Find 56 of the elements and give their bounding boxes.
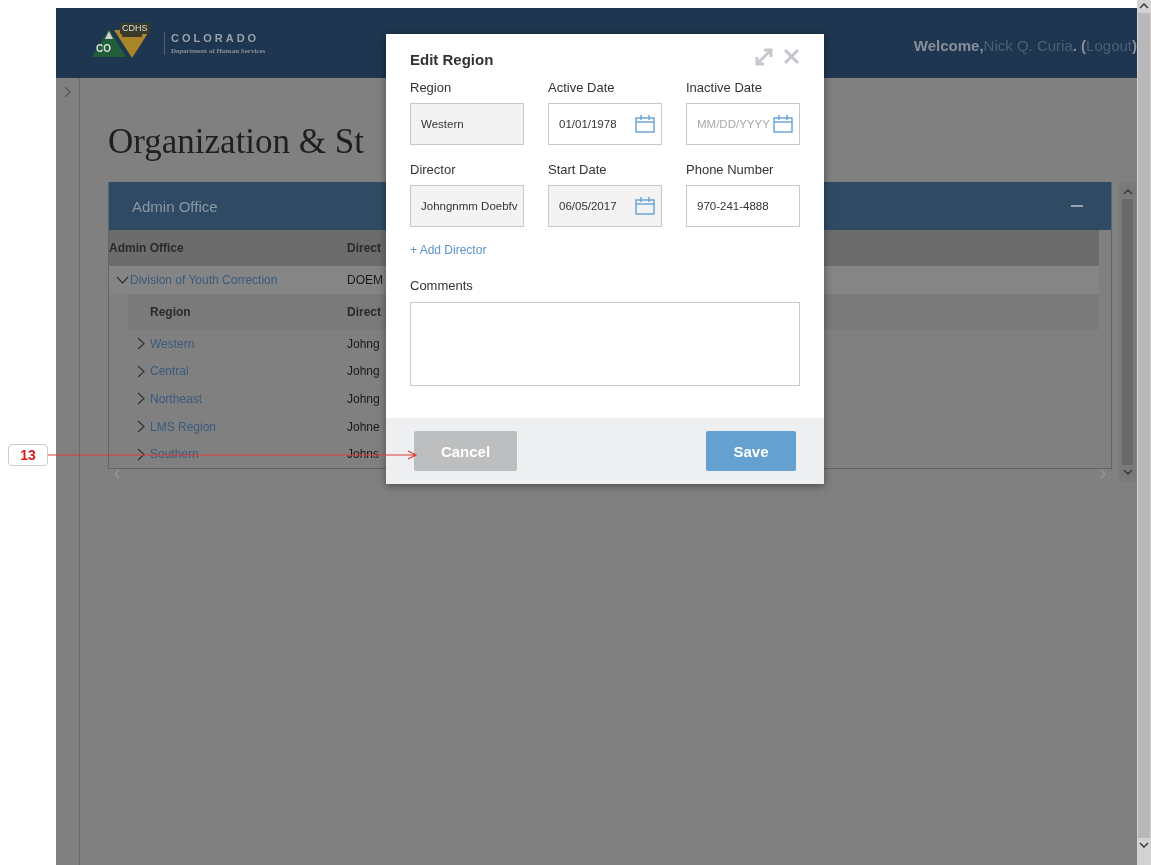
- chevron-icon[interactable]: [116, 275, 129, 285]
- region-link[interactable]: Central: [150, 364, 189, 379]
- calendar-icon[interactable]: [635, 114, 655, 133]
- field-label: Phone Number: [686, 162, 775, 177]
- calendar-icon[interactable]: [635, 196, 655, 215]
- office-link[interactable]: Division of Youth Correction: [130, 273, 278, 287]
- org-name: COLORADO: [171, 31, 261, 44]
- table-cell: Johns: [347, 447, 380, 462]
- table-cell: Johng: [347, 336, 380, 351]
- punctuation: ): [1132, 36, 1137, 54]
- region-link[interactable]: Western: [150, 336, 195, 351]
- punctuation: . (: [1072, 36, 1087, 54]
- column-header: Direct: [347, 241, 381, 255]
- field-label: Region: [410, 80, 453, 95]
- scroll-up-icon[interactable]: [1139, 2, 1149, 9]
- chevron-icon[interactable]: [137, 392, 146, 406]
- logo-text: CO: [96, 43, 111, 54]
- table-cell: Johng: [347, 364, 380, 379]
- field-label: Active Date: [548, 80, 616, 95]
- field-label: Comments: [410, 278, 474, 293]
- input-field[interactable]: 01/01/1978: [548, 103, 662, 145]
- field-label: Start Date: [548, 162, 608, 177]
- field-label: Director: [410, 162, 457, 177]
- collapse-icon[interactable]: [1071, 204, 1084, 208]
- logo-text: CDHS: [120, 23, 150, 34]
- chevron-right-icon[interactable]: [63, 86, 72, 98]
- table-cell: DOEM: [347, 273, 383, 287]
- dialog-title: Edit Region: [410, 51, 494, 68]
- expand-icon[interactable]: [755, 48, 773, 66]
- panel-title: Admin Office: [132, 197, 218, 215]
- welcome-text: Welcome,: [913, 36, 984, 54]
- region-link[interactable]: Southern: [150, 447, 199, 462]
- save-button[interactable]: Save: [706, 431, 796, 471]
- scroll-down-icon[interactable]: [1139, 842, 1149, 849]
- chevron-icon[interactable]: [137, 337, 146, 351]
- chevron-icon[interactable]: [137, 420, 146, 434]
- table-cell: Johng: [347, 392, 380, 406]
- add-director-link[interactable]: + Add Director: [410, 243, 487, 257]
- region-link[interactable]: Northeast: [150, 392, 203, 406]
- callout-label: 13: [8, 444, 48, 466]
- column-header: Direct: [347, 305, 381, 319]
- region-link[interactable]: LMS Region: [150, 419, 217, 434]
- field-label: Inactive Date: [686, 80, 763, 95]
- comments-field[interactable]: [410, 302, 800, 386]
- input-field[interactable]: 970-241-4888: [686, 185, 800, 227]
- column-header: Admin Office: [109, 241, 185, 255]
- page-title: Organization & St: [108, 122, 364, 162]
- input-field[interactable]: MM/DD/YYYY: [686, 103, 800, 145]
- chevron-icon[interactable]: [137, 364, 146, 378]
- close-icon[interactable]: [783, 48, 800, 65]
- calendar-icon[interactable]: [773, 114, 793, 133]
- scrollbar[interactable]: [1137, 0, 1151, 865]
- table-cell: Johne: [347, 419, 380, 434]
- column-header: Region: [149, 305, 192, 319]
- chevron-icon[interactable]: [137, 447, 146, 461]
- logout-link[interactable]: Logout: [1086, 36, 1132, 54]
